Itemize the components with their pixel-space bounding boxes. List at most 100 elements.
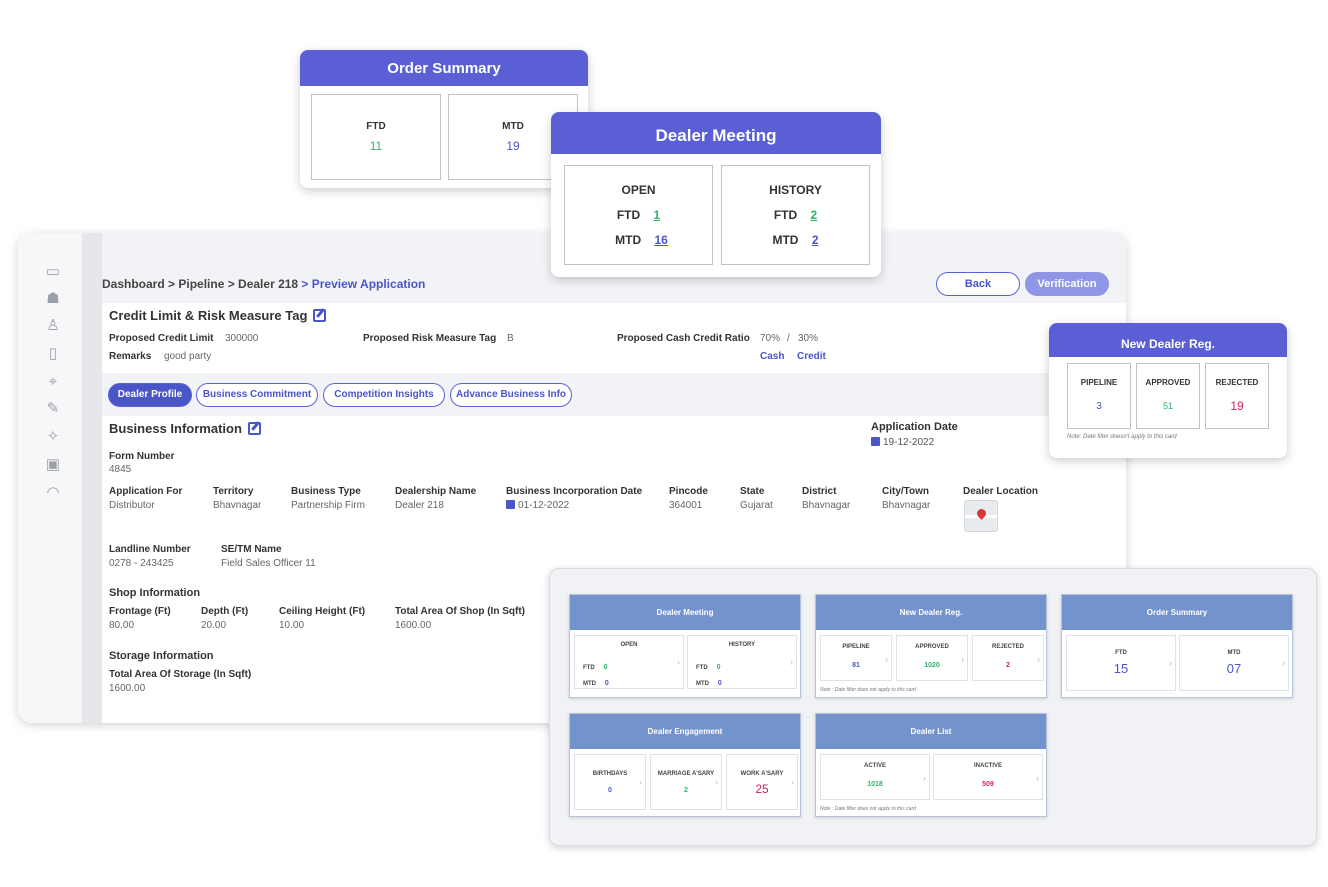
monitor-icon[interactable]: ▭ xyxy=(44,263,62,281)
mtd-label: MTD xyxy=(772,233,799,247)
id-card-icon[interactable]: ▣ xyxy=(44,456,62,474)
sidebar-rail: ▭ ☗ ♙ ▯ ⌖ ✎ ✧ ▣ ◠ xyxy=(18,233,82,723)
history-ftd-value[interactable]: 2 xyxy=(810,208,817,222)
mini-pipeline-box[interactable]: PIPELINE 81 › xyxy=(820,635,892,681)
breadcrumb-current: > Preview Application xyxy=(298,277,426,291)
team-icon[interactable]: ☗ xyxy=(44,290,62,308)
mini-card-title: Order Summary xyxy=(1062,595,1292,630)
mini-inactive-box[interactable]: INACTIVE 509 › xyxy=(933,754,1043,800)
mini-rejected-box[interactable]: REJECTED 2 › xyxy=(972,635,1044,681)
cash-link[interactable]: Cash xyxy=(760,351,784,362)
mini-dashboard-panel: Dealer Meeting OPEN FTD 0 MTD 0 › HISTOR… xyxy=(549,568,1317,846)
mini-marriage-label: MARRIAGE A'SARY xyxy=(657,771,715,777)
approved-label: APPROVED xyxy=(1145,378,1191,387)
mini-history-box[interactable]: HISTORY FTD 0 MTD 0 › xyxy=(687,635,797,689)
remarks-label: Remarks xyxy=(109,351,152,362)
edit-icon[interactable] xyxy=(247,422,261,435)
open-ftd-value[interactable]: 1 xyxy=(653,208,660,222)
celebration-icon[interactable]: ✧ xyxy=(44,428,62,446)
pipeline-label: PIPELINE xyxy=(1080,378,1118,387)
mini-card-note: Note : Date filter does not apply to thi… xyxy=(820,687,916,693)
field-label: Territory xyxy=(213,486,254,497)
risk-tag-label: Proposed Risk Measure Tag xyxy=(363,333,497,344)
chevron-right-icon: › xyxy=(961,653,964,664)
open-ftd-row: FTD 1 xyxy=(565,208,712,222)
tab-advance-business-info[interactable]: Advance Business Info xyxy=(450,383,572,407)
storage-label: Total Area Of Storage (In Sqft) xyxy=(109,669,252,680)
mini-work-box[interactable]: WORK A'SARY 25 › xyxy=(726,754,798,810)
back-button[interactable]: Back xyxy=(936,272,1020,296)
mini-card-title: Dealer Meeting xyxy=(570,595,800,630)
incorporation-date-text: 01-12-2022 xyxy=(518,500,570,511)
credit-link[interactable]: Credit xyxy=(797,351,826,362)
dealer-location-map[interactable] xyxy=(964,500,998,532)
field-label: Dealership Name xyxy=(395,486,477,497)
form-number-value: 4845 xyxy=(109,464,132,475)
mini-birthdays-label: BIRTHDAYS xyxy=(592,771,628,777)
ftd-box[interactable]: FTD 11 xyxy=(311,94,441,180)
ftd-label: FTD xyxy=(773,208,798,222)
application-date-text: 19-12-2022 xyxy=(883,437,935,448)
chevron-right-icon: › xyxy=(677,656,680,667)
mini-approved-value: 1020 xyxy=(924,662,940,669)
field-label: State xyxy=(740,486,765,497)
mini-mtd-box[interactable]: MTD 07 › xyxy=(1179,635,1289,691)
tab-dealer-profile[interactable]: Dealer Profile xyxy=(108,383,192,407)
document-icon[interactable]: ▯ xyxy=(44,345,62,363)
mini-approved-label: APPROVED xyxy=(915,644,949,650)
mini-approved-box[interactable]: APPROVED 1020 › xyxy=(896,635,968,681)
headset-icon[interactable]: ◠ xyxy=(44,484,62,502)
mini-card-title: New Dealer Reg. xyxy=(816,595,1046,630)
rejected-box[interactable]: REJECTED 19 xyxy=(1205,363,1269,429)
mini-ftd-label: FTD xyxy=(583,665,595,671)
mini-mtd-value: 07 xyxy=(1226,661,1242,676)
remarks-value: good party xyxy=(164,351,212,362)
chevron-right-icon: › xyxy=(790,656,793,667)
mini-birthdays-box[interactable]: BIRTHDAYS 0 › xyxy=(574,754,646,810)
edit-doc-icon[interactable]: ✎ xyxy=(44,400,62,418)
landline-value: 0278 - 243425 xyxy=(109,558,174,569)
mini-new-dealer-card: New Dealer Reg. PIPELINE 81 › APPROVED 1… xyxy=(815,594,1047,698)
field-label: Business Incorporation Date xyxy=(506,486,643,497)
edit-icon[interactable] xyxy=(313,309,327,322)
history-mtd-value[interactable]: 2 xyxy=(812,233,819,247)
shop-value: 20.00 xyxy=(201,620,227,631)
people-icon[interactable]: ♙ xyxy=(44,317,62,335)
mini-marriage-box[interactable]: MARRIAGE A'SARY 2 › xyxy=(650,754,722,810)
shop-info-title: Shop Information xyxy=(109,587,201,599)
open-box[interactable]: OPEN FTD 1 MTD 16 xyxy=(564,165,713,265)
chevron-right-icon: › xyxy=(885,653,888,664)
chevron-right-icon: › xyxy=(1036,772,1039,783)
mini-rejected-value: 2 xyxy=(1006,662,1010,669)
mini-inactive-value: 509 xyxy=(982,781,994,788)
verification-button[interactable]: Verification xyxy=(1025,272,1109,296)
mini-dealer-meeting-card: Dealer Meeting OPEN FTD 0 MTD 0 › HISTOR… xyxy=(569,594,801,698)
order-summary-card: Order Summary FTD 11 MTD 19 xyxy=(300,50,588,188)
ftd-label: FTD xyxy=(616,208,641,222)
breadcrumb-path[interactable]: Dashboard > Pipeline > Dealer 218 xyxy=(102,277,298,291)
mini-history-mtd-value: 0 xyxy=(717,680,722,687)
mini-active-box[interactable]: ACTIVE 1018 › xyxy=(820,754,930,800)
mini-open-box[interactable]: OPEN FTD 0 MTD 0 › xyxy=(574,635,684,689)
approved-box[interactable]: APPROVED 51 xyxy=(1136,363,1200,429)
calendar-icon xyxy=(506,500,515,509)
tab-competition-insights[interactable]: Competition Insights xyxy=(323,383,445,407)
open-mtd-value[interactable]: 16 xyxy=(654,233,667,247)
setm-value: Field Sales Officer 11 xyxy=(221,558,316,569)
rejected-value: 19 xyxy=(1230,399,1244,413)
card-note: Note: Date filter doesn't apply to this … xyxy=(1067,434,1177,440)
mini-open-ftd-value: 0 xyxy=(603,664,608,671)
shop-value: 80.00 xyxy=(109,620,135,631)
history-label: HISTORY xyxy=(769,183,822,197)
tab-business-commitment[interactable]: Business Commitment xyxy=(196,383,318,407)
pipeline-box[interactable]: PIPELINE 3 xyxy=(1067,363,1131,429)
open-mtd-row: MTD 16 xyxy=(565,233,712,247)
shop-label: Total Area Of Shop (In Sqft) xyxy=(395,606,525,617)
sidebar-divider xyxy=(82,233,102,723)
approved-value: 51 xyxy=(1162,401,1173,411)
map-pin-icon[interactable]: ⌖ xyxy=(44,373,62,391)
chevron-right-icon: › xyxy=(1282,657,1285,668)
mini-ftd-box[interactable]: FTD 15 › xyxy=(1066,635,1176,691)
history-box[interactable]: HISTORY FTD 2 MTD 2 xyxy=(721,165,870,265)
mini-ftd-label: FTD xyxy=(696,665,708,671)
